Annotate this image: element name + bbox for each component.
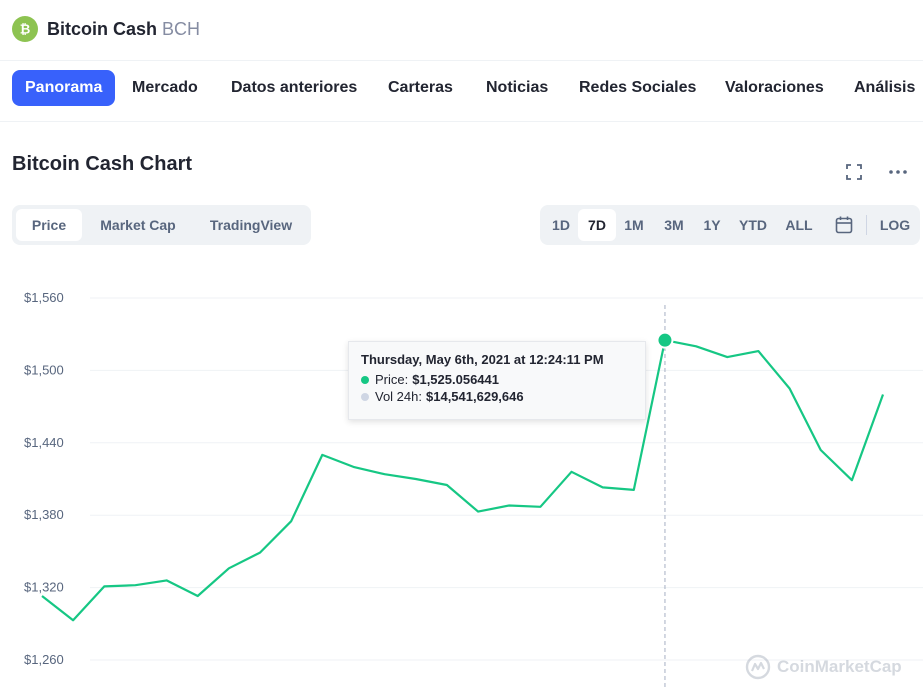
tooltip-date: Thursday, May 6th, 2021 at 12:24:11 PM bbox=[361, 352, 604, 367]
y-tick-label: $1,260 bbox=[24, 652, 64, 667]
nav-tab-valoraciones[interactable]: Valoraciones bbox=[725, 70, 824, 106]
hover-point bbox=[656, 331, 674, 349]
svg-text:₿: ₿ bbox=[20, 22, 31, 37]
range-1d[interactable]: 1D bbox=[544, 209, 578, 241]
tab-market-cap[interactable]: Market Cap bbox=[90, 209, 186, 241]
range-3m[interactable]: 3M bbox=[654, 209, 694, 241]
range-divider bbox=[866, 215, 867, 235]
price-dot-icon bbox=[361, 375, 369, 384]
tooltip-price-label: Price: bbox=[375, 372, 409, 387]
section-nav: Panorama Mercado Datos anteriores Carter… bbox=[0, 60, 923, 122]
chart-tooltip: Thursday, May 6th, 2021 at 12:24:11 PM P… bbox=[348, 341, 646, 420]
expand-icon[interactable] bbox=[845, 163, 863, 181]
y-tick-label: $1,320 bbox=[24, 580, 64, 595]
nav-tab-panorama[interactable]: Panorama bbox=[12, 70, 116, 106]
range-1m[interactable]: 1M bbox=[616, 209, 652, 241]
range-1y[interactable]: 1Y bbox=[694, 209, 730, 241]
coinmarketcap-logo-icon bbox=[745, 654, 771, 680]
chart-type-tabs: Price Market Cap TradingView bbox=[12, 205, 311, 245]
coinmarketcap-watermark: CoinMarketCap bbox=[745, 654, 902, 680]
range-log[interactable]: LOG bbox=[874, 209, 916, 241]
range-7d[interactable]: 7D bbox=[578, 209, 616, 241]
nav-tab-redes-sociales[interactable]: Redes Sociales bbox=[579, 70, 696, 106]
tooltip-price-row: Price: $1,525.056441 bbox=[361, 371, 633, 388]
y-tick-label: $1,560 bbox=[24, 290, 64, 305]
tab-price[interactable]: Price bbox=[16, 209, 82, 241]
watermark-text: CoinMarketCap bbox=[777, 657, 902, 676]
nav-tab-analisis[interactable]: Análisis bbox=[854, 70, 915, 106]
price-chart[interactable]: $1,560 $1,500 $1,440 $1,380 $1,320 $1,260 bbox=[0, 250, 923, 688]
nav-tab-mercado[interactable]: Mercado bbox=[132, 70, 198, 106]
y-tick-label: $1,500 bbox=[24, 362, 64, 377]
tooltip-volume-row: Vol 24h: $14,541,629,646 bbox=[361, 388, 633, 405]
coin-header: ₿ Bitcoin Cash BCH bbox=[0, 0, 923, 58]
more-icon[interactable] bbox=[887, 163, 909, 181]
nav-tab-carteras[interactable]: Carteras bbox=[388, 70, 453, 106]
bitcoin-cash-logo-icon: ₿ bbox=[12, 16, 38, 42]
y-axis-ticks: $1,560 $1,500 $1,440 $1,380 $1,320 $1,260 bbox=[24, 290, 64, 667]
time-range-group: 1D 7D 1M 3M 1Y YTD ALL LOG bbox=[540, 205, 920, 245]
nav-tab-noticias[interactable]: Noticias bbox=[486, 70, 548, 106]
coin-name: Bitcoin Cash bbox=[47, 18, 158, 39]
y-tick-label: $1,440 bbox=[24, 435, 64, 450]
volume-dot-icon bbox=[361, 392, 369, 401]
tooltip-volume-value: $14,541,629,646 bbox=[426, 389, 524, 404]
chart-title: Bitcoin Cash Chart bbox=[12, 153, 193, 175]
tab-tradingview[interactable]: TradingView bbox=[198, 209, 304, 241]
range-all[interactable]: ALL bbox=[776, 209, 822, 241]
nav-tab-datos-anteriores[interactable]: Datos anteriores bbox=[231, 70, 357, 106]
coin-symbol: BCH bbox=[162, 18, 201, 39]
calendar-icon[interactable] bbox=[835, 215, 853, 235]
range-ytd[interactable]: YTD bbox=[732, 209, 774, 241]
tooltip-price-value: $1,525.056441 bbox=[412, 372, 499, 387]
y-tick-label: $1,380 bbox=[24, 507, 64, 522]
tooltip-volume-label: Vol 24h: bbox=[375, 389, 422, 404]
